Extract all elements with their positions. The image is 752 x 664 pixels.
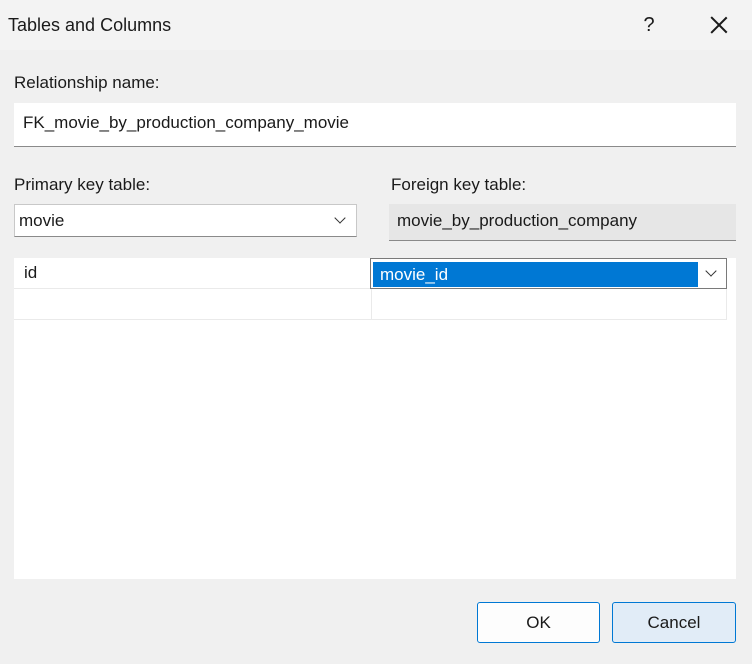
foreign-key-table-field: movie_by_production_company	[389, 204, 736, 241]
chevron-down-icon	[705, 265, 717, 277]
primary-key-table-label: Primary key table:	[14, 175, 151, 194]
chevron-down-icon	[334, 212, 346, 224]
pk-column-cell-empty[interactable]	[14, 289, 371, 320]
cancel-button[interactable]: Cancel	[612, 602, 736, 643]
fk-column-cell-empty[interactable]	[371, 289, 727, 320]
fk-column-select[interactable]: movie_id	[370, 258, 727, 289]
close-button[interactable]	[696, 6, 742, 44]
pk-column-cell[interactable]: id	[14, 258, 371, 289]
help-icon: ?	[643, 13, 655, 36]
relationship-name-input[interactable]: FK_movie_by_production_company_movie	[14, 103, 736, 147]
primary-key-table-select[interactable]: movie	[14, 204, 357, 237]
help-button[interactable]: ?	[626, 6, 672, 44]
primary-key-table-value: movie	[19, 211, 65, 230]
foreign-key-table-label: Foreign key table:	[391, 175, 527, 194]
close-icon	[710, 16, 728, 34]
window-title: Tables and Columns	[8, 15, 172, 35]
title-bar: Tables and Columns ?	[0, 0, 752, 50]
column-mapping-grid: id movie_id	[14, 258, 736, 579]
relationship-name-label: Relationship name:	[14, 73, 160, 92]
pk-column-value: id	[24, 263, 38, 282]
fk-column-value: movie_id	[373, 262, 698, 287]
ok-button[interactable]: OK	[477, 602, 600, 643]
